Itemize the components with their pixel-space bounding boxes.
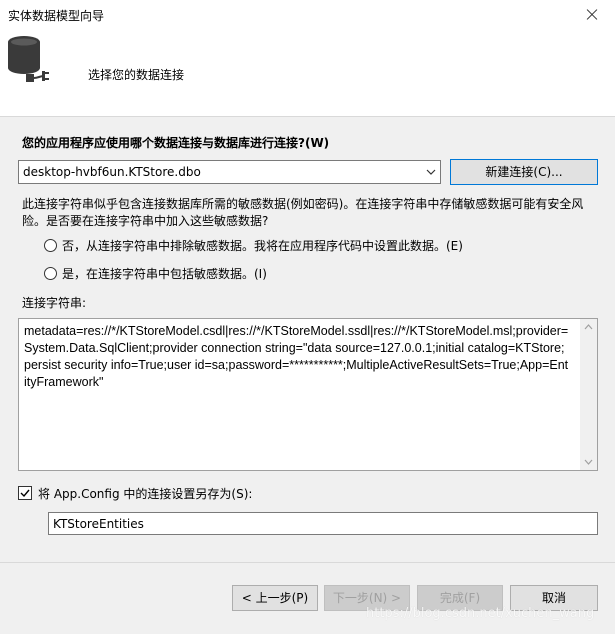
radio-circle[interactable] xyxy=(44,239,57,252)
connection-string-text: metadata=res://*/KTStoreModel.csdl|res:/… xyxy=(24,324,569,389)
scroll-up-icon[interactable] xyxy=(584,324,593,330)
watermark: https://blog.csdn.net/xuchen_wang xyxy=(366,606,595,621)
back-button[interactable]: < 上一步(P) xyxy=(232,585,318,611)
save-config-checkbox[interactable] xyxy=(18,486,32,500)
radio-include-label: 是，在连接字符串中包括敏感数据。(I) xyxy=(62,267,267,281)
connection-string-textarea[interactable]: metadata=res://*/KTStoreModel.csdl|res:/… xyxy=(18,318,598,471)
radio-include-sensitive[interactable]: 是，在连接字符串中包括敏感数据。(I) xyxy=(44,265,564,283)
connection-question: 您的应用程序应使用哪个数据连接与数据库进行连接?(W) xyxy=(22,136,330,150)
close-icon[interactable] xyxy=(571,0,611,30)
wizard-header: 选择您的数据连接 xyxy=(0,30,615,117)
entities-name-value: KTStoreEntities xyxy=(53,517,144,531)
radio-exclude-label: 否，从连接字符串中排除敏感数据。我将在应用程序代码中设置此数据。(E) xyxy=(62,239,463,253)
chevron-down-icon xyxy=(426,169,436,175)
radio-exclude-sensitive[interactable]: 否，从连接字符串中排除敏感数据。我将在应用程序代码中设置此数据。(E) xyxy=(44,237,564,255)
window-title: 实体数据模型向导 xyxy=(8,9,105,23)
scroll-down-icon[interactable] xyxy=(584,459,593,465)
database-connection-icon xyxy=(8,36,49,82)
connection-string-label: 连接字符串: xyxy=(22,296,87,310)
save-config-label: 将 App.Config 中的连接设置另存为(S): xyxy=(38,487,253,501)
entities-name-input[interactable]: KTStoreEntities xyxy=(48,512,598,535)
page-heading: 选择您的数据连接 xyxy=(88,68,185,82)
connection-dropdown-value: desktop-hvbf6un.KTStore.dbo xyxy=(23,165,201,179)
title-bar: 实体数据模型向导 xyxy=(0,0,615,30)
connection-dropdown[interactable]: desktop-hvbf6un.KTStore.dbo xyxy=(18,160,441,184)
sensitive-data-warning: 此连接字符串似乎包含连接数据库所需的敏感数据(例如密码)。在连接字符串中存储敏感… xyxy=(22,197,584,228)
footer-separator xyxy=(0,562,615,563)
checkmark-icon xyxy=(20,489,30,498)
vertical-scrollbar[interactable] xyxy=(580,319,597,470)
radio-circle[interactable] xyxy=(44,267,57,280)
new-connection-button[interactable]: 新建连接(C)... xyxy=(450,159,598,185)
